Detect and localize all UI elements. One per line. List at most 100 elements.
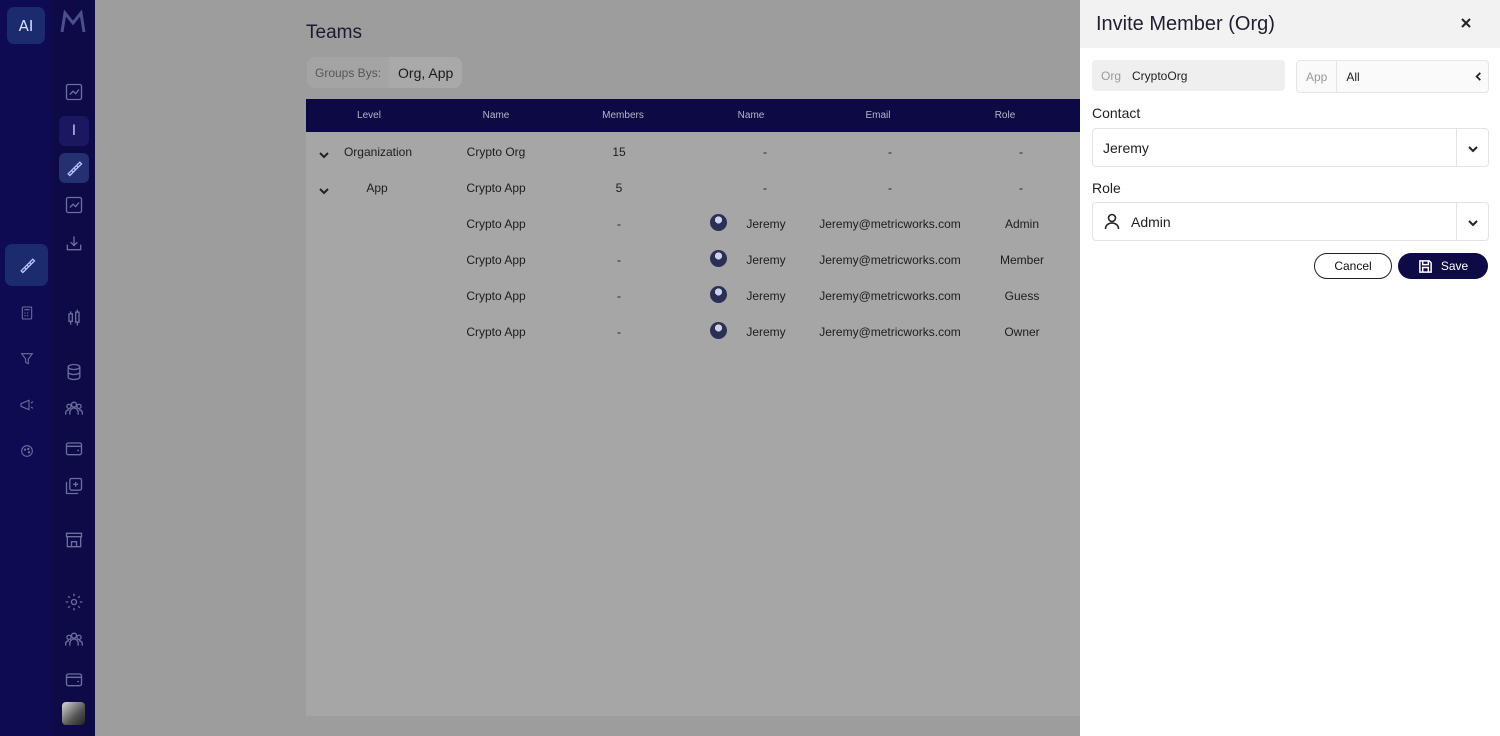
role-value: Admin bbox=[1131, 214, 1171, 230]
column-header-role[interactable]: Role bbox=[983, 99, 1027, 132]
app-select[interactable]: App All bbox=[1296, 60, 1489, 93]
table-row[interactable]: Organization Crypto Org 15 - - - bbox=[306, 145, 1080, 167]
team-icon[interactable] bbox=[59, 393, 89, 423]
select-divider bbox=[1456, 129, 1457, 166]
column-header-member-name[interactable]: Name bbox=[729, 99, 773, 132]
org-value: CryptoOrg bbox=[1132, 68, 1188, 83]
close-icon[interactable] bbox=[1458, 15, 1474, 31]
candles-icon[interactable] bbox=[59, 303, 89, 333]
download-icon[interactable] bbox=[59, 228, 89, 258]
role-select[interactable]: Admin bbox=[1092, 202, 1489, 241]
cell-name: Crypto App bbox=[466, 289, 526, 303]
gear-icon[interactable] bbox=[59, 587, 89, 617]
column-header-level[interactable]: Level bbox=[346, 99, 392, 132]
chevron-down-icon[interactable] bbox=[1467, 142, 1479, 154]
save-label: Save bbox=[1440, 259, 1469, 273]
page-title: Teams bbox=[306, 22, 362, 43]
save-icon bbox=[1418, 259, 1432, 273]
cell-members: 15 bbox=[612, 145, 626, 159]
cell-email: Jeremy@metricworks.com bbox=[819, 289, 961, 303]
calculator-icon[interactable] bbox=[16, 302, 38, 324]
cell-members: - bbox=[617, 325, 621, 339]
cell-member-name: - bbox=[763, 145, 767, 159]
role-label: Role bbox=[1092, 180, 1121, 196]
ai-button[interactable]: AI bbox=[7, 7, 45, 44]
wallet-icon[interactable] bbox=[59, 433, 89, 463]
column-header-name[interactable]: Name bbox=[474, 99, 518, 132]
cell-name: Crypto App bbox=[466, 253, 526, 267]
table-header: Level Name Members Name Email Role bbox=[306, 99, 1080, 132]
table-row[interactable]: Crypto App - Jeremy Jeremy@metricworks.com O… bbox=[306, 322, 1080, 347]
member-avatar bbox=[710, 322, 727, 339]
table-row[interactable]: Crypto App - Jeremy Jeremy@metricworks.com M… bbox=[306, 250, 1080, 275]
member-avatar bbox=[710, 286, 727, 303]
primary-sidebar: AI bbox=[0, 0, 52, 736]
column-header-email[interactable]: Email bbox=[856, 99, 900, 132]
cancel-button[interactable]: Cancel bbox=[1314, 253, 1392, 279]
cell-role: Member bbox=[999, 253, 1045, 267]
cell-email: - bbox=[888, 145, 892, 159]
profile-avatar[interactable] bbox=[62, 702, 85, 725]
contact-value: Jeremy bbox=[1103, 140, 1149, 156]
cell-name: Crypto App bbox=[466, 325, 526, 339]
select-divider bbox=[1456, 203, 1457, 240]
teams-table: Level Name Members Name Email Role Organ… bbox=[306, 99, 1080, 716]
org-label: Org bbox=[1101, 68, 1122, 83]
contact-select[interactable]: Jeremy bbox=[1092, 128, 1489, 167]
cell-role: Owner bbox=[1004, 325, 1040, 339]
filter-icon[interactable] bbox=[16, 348, 38, 370]
table-row[interactable]: Crypto App - Jeremy Jeremy@metricworks.com A… bbox=[306, 214, 1080, 239]
trend-icon[interactable] bbox=[59, 190, 89, 220]
chevron-left-icon[interactable] bbox=[1468, 72, 1488, 81]
table-row[interactable]: Crypto App - Jeremy Jeremy@metricworks.com G… bbox=[306, 286, 1080, 311]
add-copy-icon[interactable] bbox=[59, 471, 89, 501]
cell-name: Crypto Org bbox=[466, 145, 526, 159]
save-button[interactable]: Save bbox=[1398, 253, 1488, 279]
cell-member-name: Jeremy bbox=[746, 289, 786, 303]
team-icon[interactable] bbox=[59, 624, 89, 654]
cell-name: Crypto App bbox=[466, 217, 526, 231]
letter-item[interactable]: I bbox=[59, 116, 89, 146]
wallet-icon[interactable] bbox=[59, 664, 89, 694]
cell-members: - bbox=[617, 289, 621, 303]
trend-icon[interactable] bbox=[59, 77, 89, 107]
group-by-selector[interactable]: Groups Bys: Org, App bbox=[307, 57, 463, 88]
cell-role: Admin bbox=[1004, 217, 1040, 231]
store-icon[interactable] bbox=[59, 525, 89, 555]
cell-member-name: Jeremy bbox=[746, 217, 786, 231]
member-avatar bbox=[710, 214, 727, 231]
chevron-down-icon[interactable] bbox=[1467, 216, 1479, 228]
megaphone-icon[interactable] bbox=[16, 394, 38, 416]
column-header-members[interactable]: Members bbox=[593, 99, 653, 132]
chevron-down-icon[interactable] bbox=[318, 182, 330, 195]
cell-email: Jeremy@metricworks.com bbox=[819, 253, 961, 267]
cell-level: App bbox=[366, 181, 388, 195]
database-icon[interactable] bbox=[59, 357, 89, 387]
cell-email: Jeremy@metricworks.com bbox=[819, 217, 961, 231]
cell-email: - bbox=[888, 181, 892, 195]
cell-role: - bbox=[1019, 145, 1023, 159]
app-value: All bbox=[1346, 69, 1360, 84]
pencil-ruler-icon[interactable] bbox=[59, 153, 89, 183]
group-by-label: Groups Bys: bbox=[315, 65, 382, 80]
cell-member-name: Jeremy bbox=[746, 325, 786, 339]
cell-member-name: Jeremy bbox=[746, 253, 786, 267]
palette-icon[interactable] bbox=[16, 440, 38, 462]
logo-icon bbox=[60, 10, 86, 33]
drawer-header: Invite Member (Org) bbox=[1080, 0, 1500, 48]
person-icon bbox=[1103, 212, 1121, 230]
cell-level: Organization bbox=[343, 145, 413, 159]
cell-member-name: - bbox=[763, 181, 767, 195]
pencil-ruler-icon[interactable] bbox=[5, 244, 48, 286]
invite-member-drawer: Invite Member (Org) Org CryptoOrg App Al… bbox=[1080, 0, 1500, 736]
cell-role: - bbox=[1019, 181, 1023, 195]
chevron-down-icon[interactable] bbox=[318, 146, 330, 159]
cell-role: Guess bbox=[1004, 289, 1040, 303]
cell-members: - bbox=[617, 217, 621, 231]
group-by-value[interactable]: Org, App bbox=[389, 57, 463, 88]
contact-label: Contact bbox=[1092, 105, 1141, 121]
cell-email: Jeremy@metricworks.com bbox=[819, 325, 961, 339]
drawer-title: Invite Member (Org) bbox=[1096, 13, 1275, 35]
org-field[interactable]: Org CryptoOrg bbox=[1092, 60, 1285, 91]
table-row[interactable]: App Crypto App 5 - - - bbox=[306, 181, 1080, 203]
